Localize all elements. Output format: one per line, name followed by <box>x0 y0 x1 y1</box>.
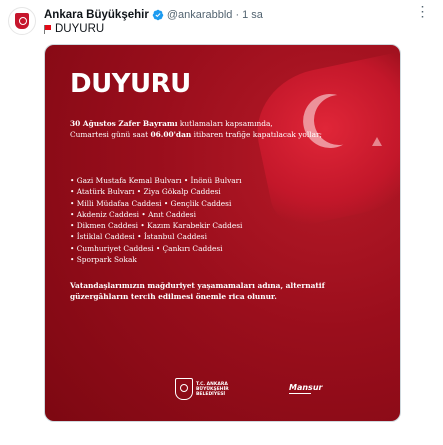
road-list: • Gazi Mustafa Kemal Bulvarı • İnönü Bul… <box>70 175 242 265</box>
more-icon[interactable]: ⋮ <box>413 4 433 20</box>
list-item: • Cumhuriyet Caddesi • Çankırı Caddesi <box>70 243 223 253</box>
municipality-logo: T.C. ANKARA BÜYÜKŞEHİR BELEDİYESİ <box>175 378 236 400</box>
ankara-logo-icon <box>15 13 29 29</box>
post-intro: 30 Ağustos Zafer Bayramı kutlamaları kap… <box>70 119 323 139</box>
tweet-text: DUYURU <box>44 23 104 35</box>
tweet-image[interactable]: DUYURU 30 Ağustos Zafer Bayramı kutlamal… <box>44 44 401 422</box>
list-item: • İstiklal Caddesi • İstanbul Caddesi <box>70 232 207 242</box>
post-title: DUYURU <box>70 69 191 99</box>
tweet-text-label: DUYURU <box>55 23 105 35</box>
shield-icon <box>175 378 193 400</box>
tweet-header: Ankara Büyükşehir @ankarabbld · 1 sa <box>44 7 263 23</box>
avatar[interactable] <box>8 7 36 35</box>
list-item: • Dikmen Caddesi • Kazım Karabekir Cadde… <box>70 221 243 231</box>
list-item: • Milli Müdafaa Caddesi • Gençlik Caddes… <box>70 198 232 208</box>
list-item: • Sporpark Sokak <box>70 255 137 265</box>
verified-icon <box>152 9 164 21</box>
org-name: T.C. ANKARA BÜYÜKŞEHİR BELEDİYESİ <box>196 381 229 397</box>
author-name[interactable]: Ankara Büyükşehir <box>44 9 149 21</box>
separator: · <box>235 9 240 21</box>
list-item: • Akdeniz Caddesi • Anıt Caddesi <box>70 209 196 219</box>
author-handle[interactable]: @ankarabbld <box>167 9 233 21</box>
post-outro: Vatandaşlarımızın mağduriyet yaşamamalar… <box>70 281 325 301</box>
timestamp[interactable]: 1 sa <box>242 9 263 21</box>
turkish-flag-icon <box>44 24 51 34</box>
list-item: • Atatürk Bulvarı • Ziya Gökalp Caddesi <box>70 187 221 197</box>
list-item: • Gazi Mustafa Kemal Bulvarı • İnönü Bul… <box>70 176 242 185</box>
signature: Mansur <box>289 383 323 392</box>
star-icon <box>372 137 382 146</box>
